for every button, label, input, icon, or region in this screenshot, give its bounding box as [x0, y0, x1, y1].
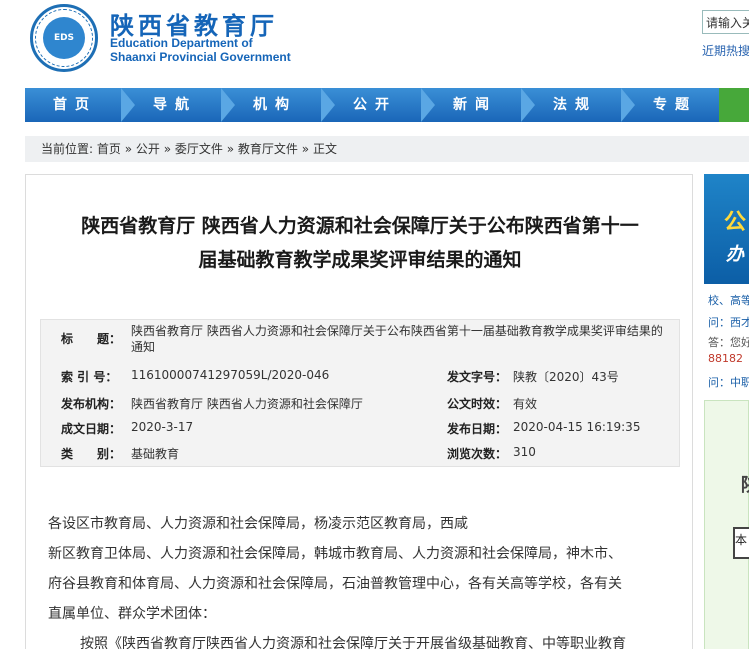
sidebar-banner[interactable]: 公 办	[704, 174, 749, 284]
article-panel: 陕西省教育厅 陕西省人力资源和社会保障厅关于公布陕西省第十一 届基础教育教学成果…	[25, 174, 693, 649]
meta-title-value-line2: 通知	[131, 340, 156, 354]
body-line: 府谷县教育和体育局、人力资源和社会保障局，石油普教管理中心，各有关高等学校，各有…	[48, 576, 622, 592]
breadcrumb-separator: »	[163, 142, 172, 156]
meta-category-label: 类 别：	[61, 447, 122, 461]
meta-issuer-value: 陕西省教育厅 陕西省人力资源和社会保障厅	[131, 397, 363, 411]
article-title: 陕西省教育厅 陕西省人力资源和社会保障厅关于公布陕西省第十一 届基础教育教学成果…	[36, 209, 684, 277]
breadcrumb-separator: »	[226, 142, 235, 156]
sidebar-qa-line: 88182	[708, 352, 743, 365]
meta-category-value: 基础教育	[131, 447, 180, 461]
meta-views-label: 浏览次数：	[447, 447, 508, 461]
meta-index-value: 11610000741297059L/2020-046	[131, 368, 330, 382]
breadcrumb-item-public[interactable]: 公开	[136, 142, 160, 156]
site-name-en-line2: Shaanxi Provincial Government	[110, 50, 291, 64]
meta-date-label: 成文日期：	[61, 422, 122, 436]
body-line: 各设区市教育局、人力资源和社会保障局，杨凌示范区教育局，西咸	[48, 516, 468, 532]
meta-validity-label: 公文时效：	[447, 397, 508, 411]
nav-item-public[interactable]: 公开	[325, 88, 425, 122]
sidebar-promo[interactable]: 陕 本	[704, 400, 749, 649]
sidebar-promo-box: 本	[733, 527, 749, 559]
meta-issuer-label: 发布机构：	[61, 397, 122, 411]
hot-search-link[interactable]: 近期热搜	[702, 42, 749, 59]
article-body: 各设区市教育局、人力资源和社会保障局，杨凌示范区教育局，西咸 新区教育卫体局、人…	[48, 509, 668, 649]
meta-title-value-line1: 陕西省教育厅 陕西省人力资源和社会保障厅关于公布陕西省第十一届基础教育教学成果奖…	[131, 324, 663, 338]
breadcrumb: 当前位置: 首页 » 公开 » 委厅文件 » 教育厅文件 » 正文	[25, 136, 749, 162]
search-input[interactable]	[702, 10, 749, 34]
breadcrumb-separator: »	[301, 142, 310, 156]
main-nav: 首页 导航 机构 公开 新闻 法规 专题	[25, 88, 749, 122]
sidebar-banner-text2: 办	[726, 244, 744, 265]
article-title-line1: 陕西省教育厅 陕西省人力资源和社会保障厅关于公布陕西省第十一	[81, 215, 639, 237]
site-header: EDS 陕西省教育厅 Education Department of Shaan…	[0, 0, 749, 84]
nav-item-news[interactable]: 新闻	[425, 88, 525, 122]
breadcrumb-prefix: 当前位置:	[41, 142, 94, 156]
nav-item-guide[interactable]: 导航	[125, 88, 225, 122]
meta-publish-label: 发布日期：	[447, 422, 508, 436]
meta-publish-value: 2020-04-15 16:19:35	[513, 420, 641, 434]
sidebar-banner-text: 公	[724, 210, 747, 235]
sidebar-promo-box-text: 本	[735, 533, 748, 547]
nav-item-organization[interactable]: 机构	[225, 88, 325, 122]
meta-docno-label: 发文字号：	[447, 370, 508, 384]
meta-docno-value: 陕教〔2020〕43号	[513, 370, 619, 384]
breadcrumb-item-education-files[interactable]: 教育厅文件	[238, 142, 298, 156]
meta-date-value: 2020-3-17	[131, 420, 194, 434]
logo-emblem: EDS	[43, 17, 85, 59]
body-line: 按照《陕西省教育厅陕西省人力资源和社会保障厅关于开展省级基础教育、中等职业教育	[80, 636, 626, 649]
metadata-table: 标 题： 陕西省教育厅 陕西省人力资源和社会保障厅关于公布陕西省第十一届基础教育…	[40, 319, 680, 467]
sidebar-promo-text: 陕	[741, 471, 749, 497]
nav-item-home[interactable]: 首页	[25, 88, 125, 122]
breadcrumb-item-department-files[interactable]: 委厅文件	[175, 142, 223, 156]
meta-views-value: 310	[513, 445, 536, 459]
meta-title-value: 陕西省教育厅 陕西省人力资源和社会保障厅关于公布陕西省第十一届基础教育教学成果奖…	[131, 323, 663, 355]
site-name-en-line1: Education Department of	[110, 36, 253, 50]
body-line: 新区教育卫体局、人力资源和社会保障局，韩城市教育局、人力资源和社会保障局，神木市…	[48, 546, 622, 562]
sidebar-qa-line[interactable]: 问：中职	[708, 374, 749, 390]
nav-item-topics[interactable]: 专题	[625, 88, 725, 122]
sidebar-qa-line[interactable]: 校、高等	[708, 292, 749, 308]
sidebar-qa-line[interactable]: 问：西才	[708, 314, 749, 330]
meta-validity-value: 有效	[513, 397, 538, 411]
breadcrumb-separator: »	[124, 142, 133, 156]
nav-item-extra[interactable]	[719, 88, 749, 122]
nav-item-regulations[interactable]: 法规	[525, 88, 625, 122]
meta-title-label: 标 题：	[61, 332, 122, 346]
site-logo[interactable]: EDS	[30, 4, 98, 72]
meta-index-label: 索 引 号：	[61, 370, 118, 384]
sidebar-qa-line: 答：您好	[708, 336, 749, 349]
breadcrumb-item-home[interactable]: 首页	[97, 142, 121, 156]
right-sidebar: 公 办 校、高等 问：西才 答：您好 88182 问：中职 陕 本	[704, 174, 749, 649]
article-title-line2: 届基础教育教学成果奖评审结果的通知	[198, 249, 522, 271]
body-line: 直属单位、群众学术团体：	[48, 606, 216, 622]
breadcrumb-item-current: 正文	[312, 142, 337, 156]
